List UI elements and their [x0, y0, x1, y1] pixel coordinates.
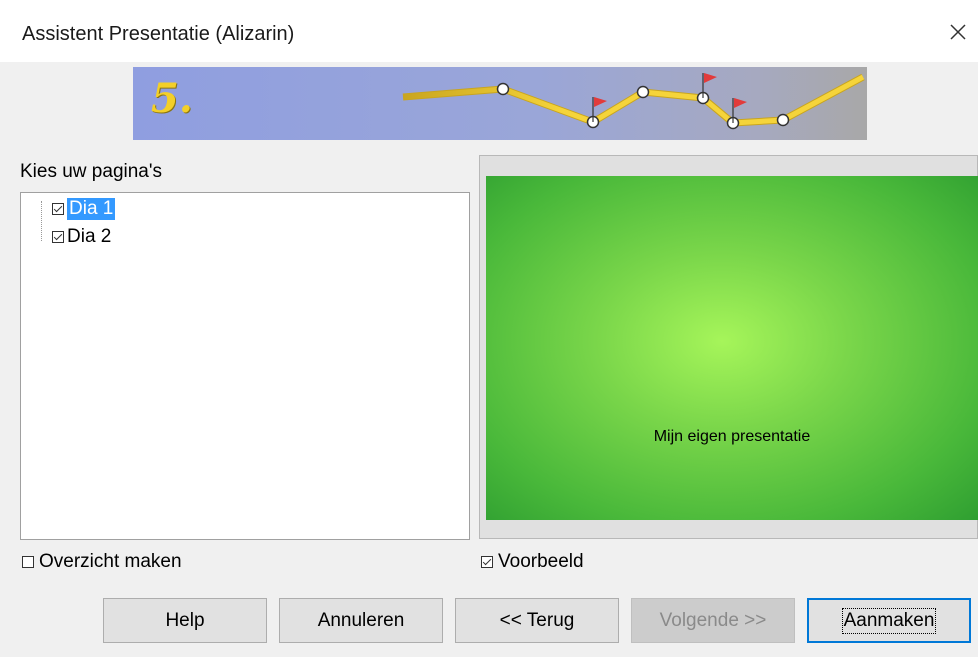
- checkbox-checked-icon[interactable]: [481, 556, 493, 568]
- tree-item-label: Dia 2: [67, 226, 112, 247]
- create-button[interactable]: Aanmaken: [807, 598, 971, 643]
- back-button[interactable]: << Terug: [455, 598, 619, 643]
- slide-title-text: Mijn eigen presentatie: [653, 428, 811, 445]
- checkbox-unchecked-icon[interactable]: [22, 556, 34, 568]
- wizard-banner: 5.: [133, 67, 867, 140]
- checkbox-checked-icon[interactable]: [52, 231, 64, 243]
- next-button[interactable]: Volgende >>: [631, 598, 795, 643]
- tree-item-dia-1[interactable]: Dia 1: [52, 197, 116, 221]
- preview-slide: Mijn eigen presentatie: [486, 176, 978, 520]
- close-icon[interactable]: [946, 20, 970, 44]
- tree-item-label: Dia 1: [67, 198, 116, 220]
- window-title: Assistent Presentatie (Alizarin): [22, 23, 295, 45]
- summary-checkbox-row[interactable]: Overzicht maken: [22, 551, 182, 573]
- pages-tree[interactable]: Dia 1 Dia 2: [20, 192, 470, 540]
- preview-checkbox-label[interactable]: Voorbeeld: [498, 551, 584, 573]
- wizard-step-number: 5.: [151, 75, 193, 122]
- help-button[interactable]: Help: [103, 598, 267, 643]
- summary-checkbox-label[interactable]: Overzicht maken: [39, 551, 182, 573]
- tree-connector: [41, 201, 42, 241]
- checkbox-checked-icon[interactable]: [52, 203, 64, 215]
- tree-item-dia-2[interactable]: Dia 2: [52, 225, 111, 249]
- title-bar: Assistent Presentatie (Alizarin): [0, 0, 978, 62]
- cancel-button[interactable]: Annuleren: [279, 598, 443, 643]
- wizard-banner-image: [133, 67, 867, 140]
- pages-label: Kies uw pagina's: [20, 161, 162, 182]
- create-button-label: Aanmaken: [841, 607, 937, 634]
- preview-checkbox-row[interactable]: Voorbeeld: [481, 551, 584, 573]
